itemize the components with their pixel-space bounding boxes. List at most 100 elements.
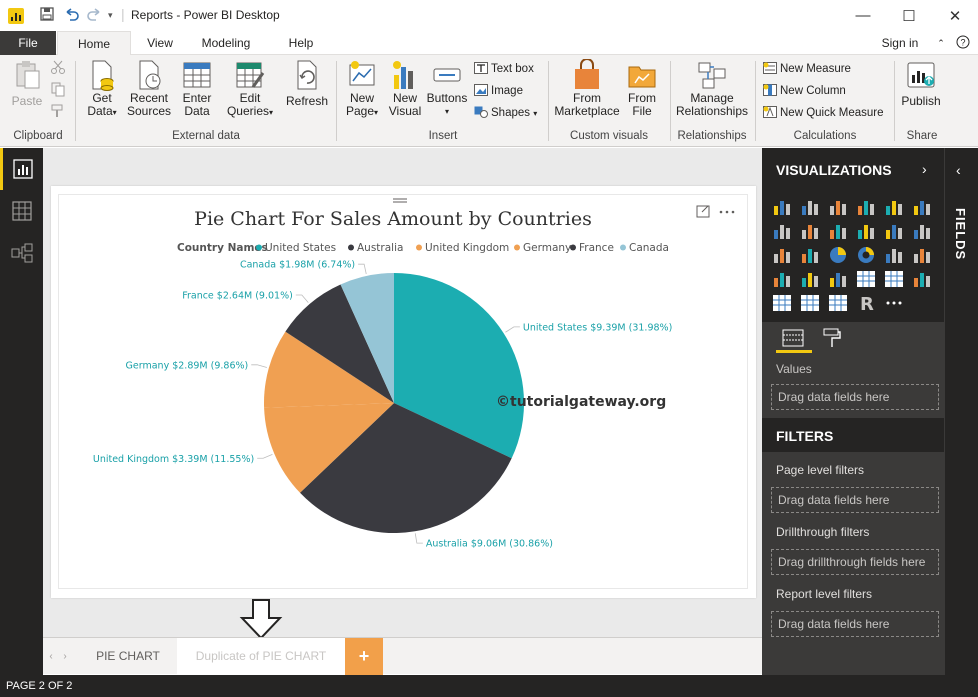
data-view-button[interactable]: [0, 190, 43, 232]
treemap-icon[interactable]: [884, 246, 904, 264]
values-drop-zone[interactable]: Drag data fields here: [771, 384, 939, 410]
from-file-label: From File: [628, 91, 656, 118]
focus-mode-icon[interactable]: [696, 205, 710, 218]
clustered-bar-chart-icon[interactable]: [828, 198, 848, 216]
drag-handle-icon[interactable]: [393, 198, 407, 203]
enter-data-button[interactable]: Enter Data: [178, 59, 216, 118]
collapse-ribbon-icon[interactable]: ⌃: [934, 31, 948, 55]
pie-chart-icon[interactable]: [828, 246, 848, 264]
tab-file[interactable]: File: [0, 31, 56, 55]
drillthrough-drop-zone[interactable]: Drag drillthrough fields here: [771, 549, 939, 575]
page-filters-drop-zone[interactable]: Drag data fields here: [771, 487, 939, 513]
legend-item[interactable]: France: [579, 242, 614, 254]
r-script-icon[interactable]: R: [856, 294, 876, 315]
customize-toolbar-icon[interactable]: ▾: [108, 10, 113, 21]
legend-item[interactable]: Germany: [523, 242, 571, 254]
pie-chart-visual[interactable]: Pie Chart For Sales Amount by Countries …: [58, 194, 748, 589]
stacked-area-chart-icon[interactable]: [828, 222, 848, 240]
from-file-button[interactable]: From File: [624, 59, 660, 118]
scroll-right-icon[interactable]: ›: [59, 638, 71, 675]
area-chart-icon[interactable]: [800, 222, 820, 240]
slicer-icon[interactable]: [772, 294, 792, 312]
text-box-button[interactable]: Text box: [474, 60, 534, 78]
manage-relationships-button[interactable]: Manage Relationships: [674, 59, 750, 118]
label-leader-line: [358, 263, 367, 275]
scatter-chart-icon[interactable]: [800, 246, 820, 264]
shapes-button[interactable]: Shapes ▾: [474, 104, 537, 122]
line-clustered-column-icon[interactable]: [884, 222, 904, 240]
get-data-button[interactable]: Get Data▾: [82, 59, 122, 119]
report-filters-drop-zone[interactable]: Drag data fields here: [771, 611, 939, 637]
expand-pane-icon[interactable]: ›: [922, 161, 927, 177]
tab-modeling[interactable]: Modeling: [192, 31, 260, 55]
matrix-icon[interactable]: [828, 294, 848, 312]
map-icon[interactable]: [912, 246, 932, 264]
maximize-button[interactable]: ☐: [886, 0, 932, 31]
buttons-button[interactable]: Buttons ▾: [426, 59, 468, 118]
stacked-bar-chart-icon[interactable]: [772, 198, 792, 216]
sign-in-link[interactable]: Sign in: [874, 31, 926, 55]
page-tab-pie-chart[interactable]: PIE CHART: [79, 638, 177, 675]
copy-icon[interactable]: [50, 81, 66, 99]
gauge-icon[interactable]: [828, 270, 848, 288]
visualizations-header: VISUALIZATIONS: [776, 162, 892, 178]
kpi-icon[interactable]: [912, 270, 932, 288]
filled-map-icon[interactable]: [772, 270, 792, 288]
data-label: United States $9.39M (31.98%): [523, 322, 672, 333]
legend-marker: [514, 244, 520, 251]
stacked-column-chart-icon[interactable]: [800, 198, 820, 216]
format-paint-roller-icon[interactable]: [822, 327, 842, 349]
ribbon-chart-icon[interactable]: [912, 222, 932, 240]
recent-sources-button[interactable]: Recent Sources: [124, 59, 174, 118]
publish-button[interactable]: Publish: [900, 59, 942, 108]
fields-pane-collapsed[interactable]: ‹ FIELDS: [944, 148, 978, 675]
clustered-column-chart-icon[interactable]: [856, 198, 876, 216]
drillthrough-filters-label: Drillthrough filters: [776, 525, 870, 539]
waterfall-chart-icon[interactable]: [772, 246, 792, 264]
relationships-view-button[interactable]: [0, 232, 43, 274]
minimize-button[interactable]: —: [840, 0, 886, 31]
legend-item[interactable]: Canada: [629, 242, 669, 254]
card-icon[interactable]: [856, 270, 876, 288]
page-tab-duplicate-pie-chart[interactable]: Duplicate of PIE CHART: [177, 638, 345, 675]
more-options-icon[interactable]: [719, 210, 735, 214]
new-visual-button[interactable]: New Visual: [386, 59, 424, 118]
cut-icon[interactable]: [50, 59, 66, 77]
collapse-pane-icon[interactable]: ‹: [956, 162, 961, 178]
new-page-button[interactable]: New Page▾: [342, 59, 382, 119]
add-page-button[interactable]: +: [345, 638, 383, 675]
100-bar-chart-icon[interactable]: [884, 198, 904, 216]
multi-row-card-icon[interactable]: [884, 270, 904, 288]
legend-item[interactable]: United Kingdom: [425, 242, 509, 254]
save-icon[interactable]: [40, 7, 54, 24]
legend-item[interactable]: United States: [265, 242, 336, 254]
from-marketplace-button[interactable]: From Marketplace: [554, 58, 620, 118]
table-icon[interactable]: [800, 294, 820, 312]
tab-view[interactable]: View: [136, 31, 184, 55]
more-visuals-icon[interactable]: [884, 294, 904, 312]
donut-chart-icon[interactable]: [856, 246, 876, 264]
new-measure-button[interactable]: New Measure: [763, 60, 851, 78]
image-button[interactable]: Image: [474, 82, 523, 100]
line-column-chart-icon[interactable]: [856, 222, 876, 240]
manage-relationships-icon: [697, 59, 727, 89]
funnel-icon[interactable]: [800, 270, 820, 288]
help-icon[interactable]: ?: [954, 31, 972, 55]
refresh-button[interactable]: Refresh: [284, 59, 330, 108]
report-view-button[interactable]: [0, 148, 43, 190]
edit-queries-button[interactable]: Edit Queries▾: [222, 59, 278, 119]
new-quick-measure-button[interactable]: New Quick Measure: [763, 104, 884, 122]
tab-home[interactable]: Home: [57, 31, 131, 56]
tab-help[interactable]: Help: [280, 31, 322, 55]
paste-button[interactable]: Paste: [8, 59, 46, 108]
undo-icon[interactable]: [64, 7, 80, 24]
fields-well-icon[interactable]: [782, 328, 804, 348]
new-column-button[interactable]: New Column: [763, 82, 846, 100]
legend-item[interactable]: Australia: [357, 242, 403, 254]
redo-icon[interactable]: [86, 7, 102, 24]
line-chart-icon[interactable]: [772, 222, 792, 240]
scroll-left-icon[interactable]: ‹: [45, 638, 57, 675]
format-painter-icon[interactable]: [50, 103, 66, 121]
100-column-chart-icon[interactable]: [912, 198, 932, 216]
close-button[interactable]: ✕: [932, 0, 978, 31]
